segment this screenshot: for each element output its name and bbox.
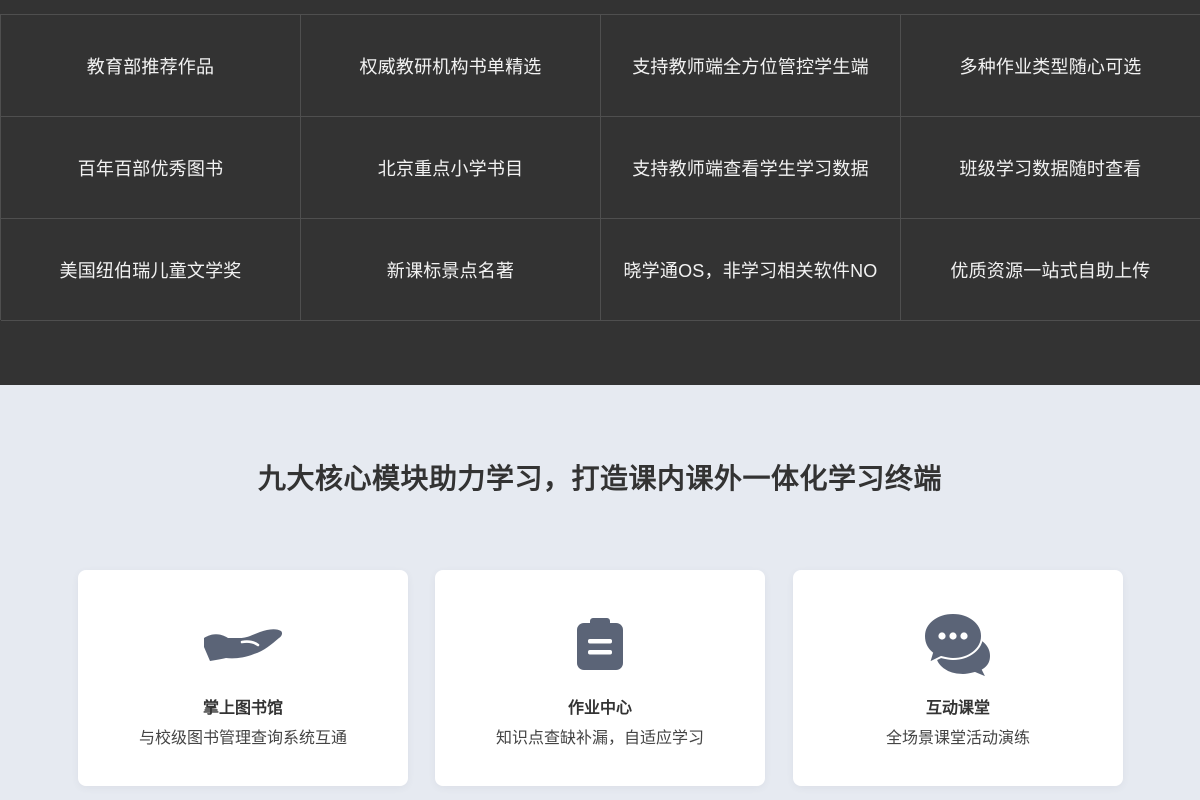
feature-cell: 优质资源一站式自助上传 [901, 219, 1200, 321]
section-headline: 九大核心模块助力学习，打造课内课外一体化学习终端 [257, 463, 942, 494]
module-title: 互动课堂 [925, 700, 990, 717]
chat-bubbles-icon [913, 610, 1003, 680]
feature-cell: 新课标景点名著 [301, 219, 601, 321]
clipboard-icon [555, 610, 645, 680]
feature-cell: 百年百部优秀图书 [1, 117, 301, 219]
feature-cell: 权威教研机构书单精选 [301, 15, 601, 117]
module-desc: 知识点查缺补漏，自适应学习 [495, 730, 704, 747]
feature-cell: 教育部推荐作品 [1, 15, 301, 117]
module-card-library[interactable]: 掌上图书馆 与校级图书管理查询系统互通 [78, 570, 408, 786]
module-desc: 与校级图书管理查询系统互通 [138, 730, 347, 747]
feature-section: 教育部推荐作品 权威教研机构书单精选 支持教师端全方位管控学生端 多种作业类型随… [0, 0, 1200, 385]
module-card-classroom[interactable]: 互动课堂 全场景课堂活动演练 [793, 570, 1123, 786]
feature-grid: 教育部推荐作品 权威教研机构书单精选 支持教师端全方位管控学生端 多种作业类型随… [0, 14, 1200, 321]
module-desc: 全场景课堂活动演练 [885, 730, 1030, 747]
feature-cell: 支持教师端全方位管控学生端 [601, 15, 901, 117]
hand-icon [198, 610, 288, 680]
feature-cell: 多种作业类型随心可选 [901, 15, 1200, 117]
feature-cell: 支持教师端查看学生学习数据 [601, 117, 901, 219]
module-title: 作业中心 [567, 700, 632, 717]
feature-cell: 美国纽伯瑞儿童文学奖 [1, 219, 301, 321]
modules-section: 九大核心模块助力学习，打造课内课外一体化学习终端 掌上图书馆 与校级图书管理查询… [0, 385, 1200, 800]
module-card-homework[interactable]: 作业中心 知识点查缺补漏，自适应学习 [435, 570, 765, 786]
page: 教育部推荐作品 权威教研机构书单精选 支持教师端全方位管控学生端 多种作业类型随… [0, 0, 1200, 800]
feature-cell: 晓学通OS，非学习相关软件NO [601, 219, 901, 321]
module-title: 掌上图书馆 [202, 700, 283, 717]
feature-cell: 北京重点小学书目 [301, 117, 601, 219]
feature-cell: 班级学习数据随时查看 [901, 117, 1200, 219]
